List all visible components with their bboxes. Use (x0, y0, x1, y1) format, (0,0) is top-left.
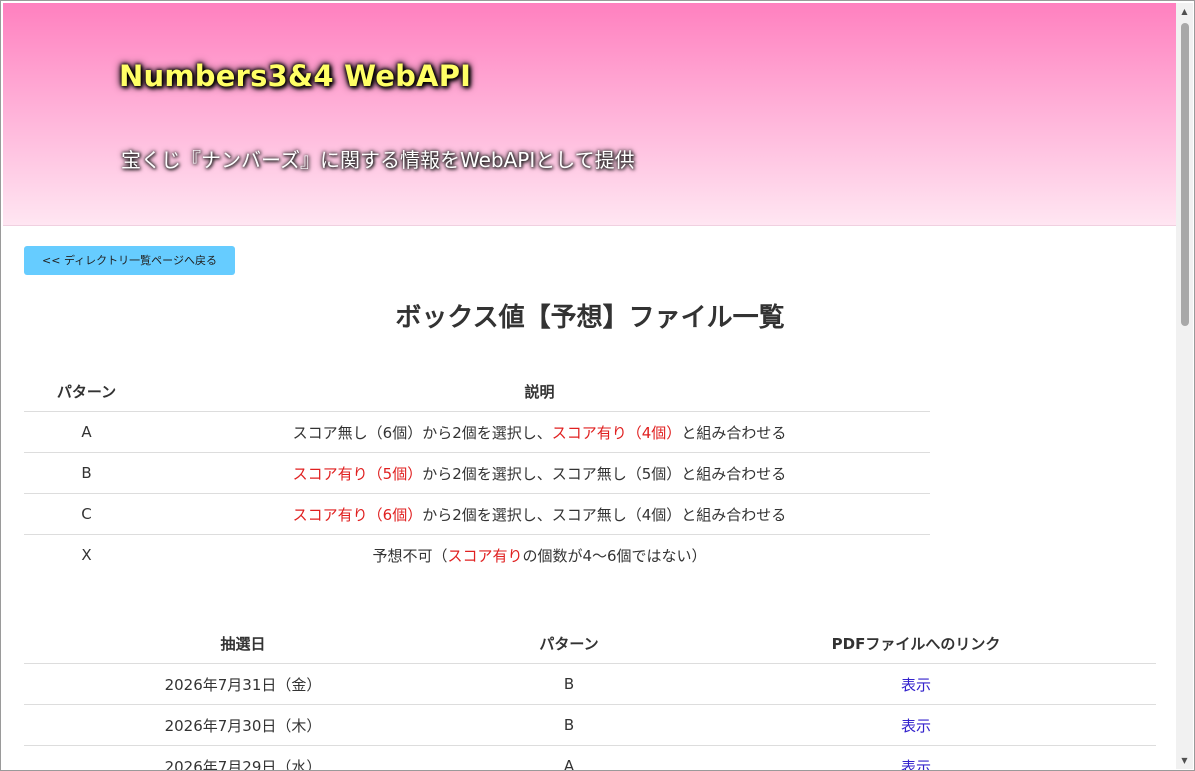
pattern-cell: C (24, 493, 149, 535)
site-title: Numbers3&4 WebAPI (119, 59, 472, 93)
pattern-cell: B (462, 663, 676, 705)
description-cell: スコア無し（6個）から2個を選択し、スコア有り（4個）と組み合わせる (149, 411, 930, 453)
description-text: から2個を選択し、スコア無し（4個）と組み合わせる (422, 505, 787, 524)
description-text: 予想不可（ (372, 546, 448, 565)
pattern-cell: A (462, 745, 676, 770)
highlighted-text: スコア有り (447, 546, 523, 565)
pdf-link-cell: 表示 (676, 704, 1156, 746)
pdf-view-link[interactable]: 表示 (901, 717, 931, 735)
highlighted-text: スコア有り（4個） (551, 423, 682, 442)
column-header-pattern: パターン (24, 371, 149, 412)
browser-window: Numbers3&4 WebAPI 宝くじ『ナンバーズ』に関する情報をWebAP… (0, 0, 1195, 771)
pattern-cell: B (462, 704, 676, 746)
pdf-link-cell: 表示 (676, 745, 1156, 771)
description-cell: スコア有り（6個）から2個を選択し、スコア無し（4個）と組み合わせる (149, 493, 930, 535)
pattern-table-body: A スコア無し（6個）から2個を選択し、スコア有り（4個）と組み合わせる B スコア有… (24, 411, 930, 576)
table-row: 2026年7月29日（水） A 表示 (24, 745, 1156, 771)
description-cell: 予想不可（スコア有りの個数が4〜6個ではない） (149, 535, 930, 576)
column-header-description: 説明 (149, 371, 930, 412)
highlighted-text: スコア有り（6個） (292, 505, 423, 524)
description-text: の個数が4〜6個ではない） (522, 546, 707, 565)
highlighted-text: スコア有り（5個） (292, 464, 423, 483)
back-to-directory-button[interactable]: << ディレクトリ一覧ページへ戻る (24, 246, 235, 275)
pattern-row-b: B スコア有り（5個）から2個を選択し、スコア無し（5個）と組み合わせる (24, 452, 930, 494)
pattern-cell: X (81, 546, 92, 564)
pattern-cell: B (24, 452, 149, 494)
pattern-row-c: C スコア有り（6個）から2個を選択し、スコア無し（4個）と組み合わせる (24, 493, 930, 535)
pattern-cell: A (24, 411, 149, 453)
pdf-view-link[interactable]: 表示 (901, 676, 931, 694)
file-table: 抽選日 パターン PDFファイルへのリンク 2026年7月31日（金） B 表示 20… (24, 623, 1156, 771)
scroll-thumb[interactable] (1181, 23, 1189, 326)
table-row: 2026年7月31日（金） B 表示 (24, 663, 1156, 705)
pattern-row-x: X 予想不可（スコア有りの個数が4〜6個ではない） (24, 535, 930, 576)
draw-date-cell: 2026年7月30日（木） (24, 704, 462, 746)
column-header-pattern: パターン (462, 623, 676, 664)
page-title: ボックス値【予想】ファイル一覧 (395, 303, 785, 333)
description-text: と組み合わせる (681, 423, 787, 442)
scroll-up-arrow-icon[interactable]: ▲ (1176, 3, 1193, 20)
site-subtitle: 宝くじ『ナンバーズ』に関する情報をWebAPIとして提供 (121, 148, 635, 172)
draw-date-cell: 2026年7月29日（水） (24, 745, 462, 770)
site-header: Numbers3&4 WebAPI 宝くじ『ナンバーズ』に関する情報をWebAP… (3, 3, 1176, 226)
vertical-scrollbar[interactable]: ▲ ▼ (1176, 3, 1193, 769)
pdf-view-link[interactable]: 表示 (901, 758, 931, 771)
description-cell: スコア有り（5個）から2個を選択し、スコア無し（5個）と組み合わせる (149, 452, 930, 494)
table-row: 2026年7月30日（木） B 表示 (24, 704, 1156, 746)
pattern-table-header-row: パターン 説明 (24, 371, 930, 412)
pattern-table: パターン 説明 A スコア無し（6個）から2個を選択し、スコア有り（4個）と組み合… (24, 371, 930, 575)
column-header-draw-date: 抽選日 (24, 623, 462, 664)
file-table-body: 2026年7月31日（金） B 表示 2026年7月30日（木） B 表示 2026年7月2… (24, 663, 1156, 771)
draw-date-cell: 2026年7月31日（金） (24, 663, 462, 705)
pdf-link-cell: 表示 (676, 663, 1156, 705)
description-text: スコア無し（6個）から2個を選択し、 (292, 423, 552, 442)
scroll-down-arrow-icon[interactable]: ▼ (1176, 752, 1193, 769)
pattern-row-a: A スコア無し（6個）から2個を選択し、スコア有り（4個）と組み合わせる (24, 411, 930, 453)
description-text: から2個を選択し、スコア無し（5個）と組み合わせる (422, 464, 787, 483)
column-header-pdf-link: PDFファイルへのリンク (676, 623, 1156, 664)
file-table-header-row: 抽選日 パターン PDFファイルへのリンク (24, 623, 1156, 664)
